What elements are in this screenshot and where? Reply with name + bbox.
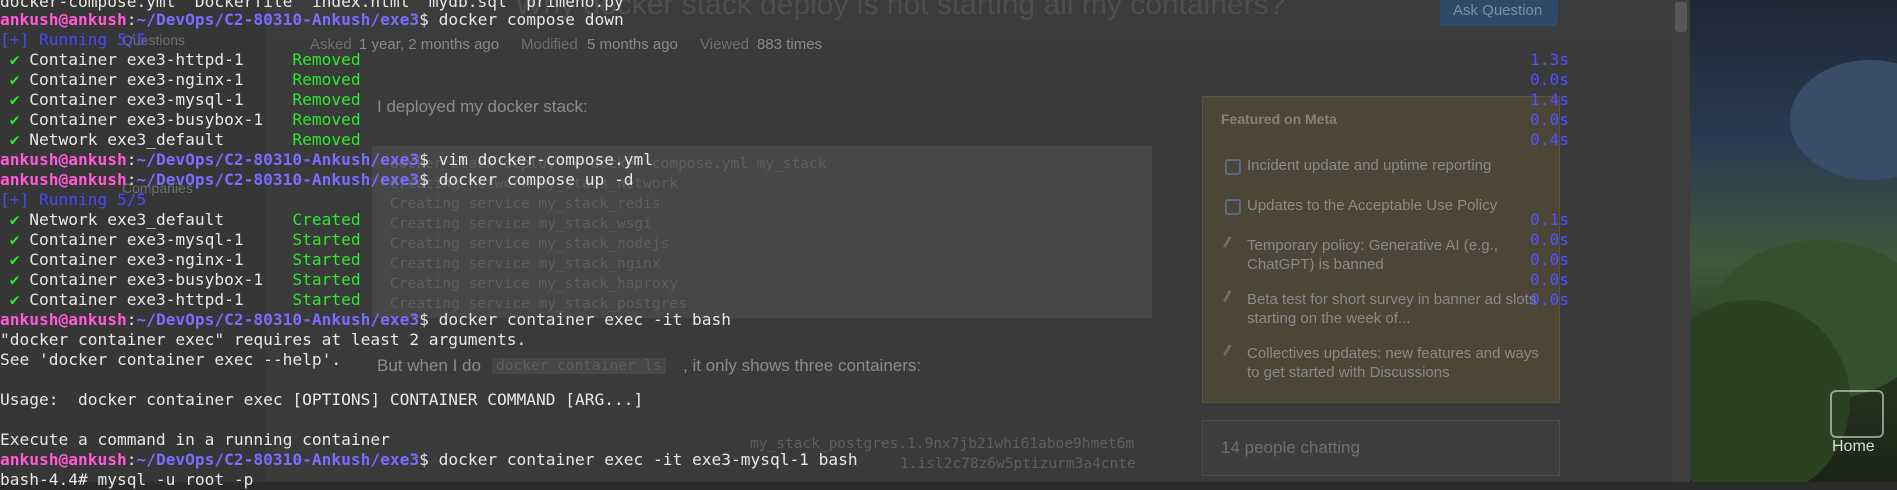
task-name: Container exe3-nginx-1: [29, 250, 273, 269]
task-status: Created: [292, 210, 361, 229]
task-time: 1.4s: [1530, 90, 1569, 109]
task-name: Container exe3-nginx-1: [29, 70, 273, 89]
task-name: Container exe3-busybox-1: [29, 110, 273, 129]
terminal-line: [+] Running 5/5: [0, 30, 147, 49]
terminal-line: [+] Running 5/5: [0, 190, 147, 209]
prompt-user: ankush@ankush: [0, 450, 127, 469]
check-icon: ✔: [9, 70, 20, 89]
task-status: Started: [292, 230, 361, 249]
task-time: 1.3s: [1530, 50, 1569, 69]
command: docker container exec -it exe3-mysql-1 b…: [438, 450, 858, 469]
terminal-prompt-line: ankush@ankush:~/DevOps/C2-80310-Ankush/e…: [0, 170, 634, 189]
task-status: Started: [292, 250, 361, 269]
check-icon: ✔: [9, 270, 20, 289]
task-row: ✔ Container exe3-nginx-1 Removed: [0, 70, 361, 90]
task-row: ✔ Container exe3-httpd-1 Started: [0, 290, 361, 310]
prompt-user: ankush@ankush: [0, 10, 127, 29]
task-time: 0.1s: [1530, 210, 1569, 229]
check-icon: ✔: [9, 210, 20, 229]
task-row: ✔ Network exe3_default Created: [0, 210, 361, 230]
task-name: Container exe3-mysql-1: [29, 230, 273, 249]
task-row: ✔ Container exe3-busybox-1 Started: [0, 270, 361, 290]
check-icon: ✔: [9, 50, 20, 69]
task-status: Removed: [292, 70, 361, 89]
prompt-user: ankush@ankush: [0, 310, 127, 329]
command: docker compose down: [438, 10, 624, 29]
task-status: Removed: [292, 50, 361, 69]
task-status: Removed: [292, 130, 361, 149]
terminal-line[interactable]: bash-4.4# mysql -u root -p: [0, 470, 253, 490]
prompt-path: ~/DevOps/C2-80310-Ankush/exe3: [136, 450, 420, 469]
check-icon: ✔: [9, 130, 20, 149]
home-icon[interactable]: [1830, 390, 1884, 438]
terminal-line: Usage: docker container exec [OPTIONS] C…: [0, 390, 644, 409]
terminal-prompt-line: ankush@ankush:~/DevOps/C2-80310-Ankush/e…: [0, 10, 624, 29]
check-icon: ✔: [9, 250, 20, 269]
command: vim docker-compose.yml: [438, 150, 653, 169]
check-icon: ✔: [9, 110, 20, 129]
prompt-path: ~/DevOps/C2-80310-Ankush/exe3: [136, 150, 420, 169]
prompt-path: ~/DevOps/C2-80310-Ankush/exe3: [136, 170, 420, 189]
task-time: 0.0s: [1530, 290, 1569, 309]
check-icon: ✔: [9, 90, 20, 109]
home-label[interactable]: Home: [1832, 438, 1875, 456]
task-name: Container exe3-httpd-1: [29, 290, 273, 309]
task-time: 0.0s: [1530, 70, 1569, 89]
terminal-prompt-line: ankush@ankush:~/DevOps/C2-80310-Ankush/e…: [0, 450, 858, 469]
task-name: Container exe3-busybox-1: [29, 270, 273, 289]
task-time: 0.0s: [1530, 230, 1569, 249]
task-row: ✔ Network exe3_default Removed: [0, 130, 361, 150]
task-row: ✔ Container exe3-mysql-1 Removed: [0, 90, 361, 110]
task-name: Container exe3-httpd-1: [29, 50, 273, 69]
task-name: Network exe3_default: [29, 130, 273, 149]
command: docker container exec -it bash: [438, 310, 731, 329]
task-status: Started: [292, 270, 361, 289]
task-row: ✔ Container exe3-httpd-1 Removed: [0, 50, 361, 70]
task-name: Container exe3-mysql-1: [29, 90, 273, 109]
terminal-line: "docker container exec" requires at leas…: [0, 330, 527, 349]
task-row: ✔ Container exe3-busybox-1 Removed: [0, 110, 361, 130]
prompt-user: ankush@ankush: [0, 150, 127, 169]
terminal-line: Execute a command in a running container: [0, 430, 390, 449]
task-row: ✔ Container exe3-nginx-1 Started: [0, 250, 361, 270]
terminal-window[interactable]: docker-compose.yml Dockerfile index.html…: [0, 0, 1690, 489]
terminal-line: See 'docker container exec --help'.: [0, 350, 342, 369]
check-icon: ✔: [9, 290, 20, 309]
task-time: 0.4s: [1530, 130, 1569, 149]
prompt-path: ~/DevOps/C2-80310-Ankush/exe3: [136, 310, 420, 329]
task-time: 0.0s: [1530, 110, 1569, 129]
prompt-path: ~/DevOps/C2-80310-Ankush/exe3: [136, 10, 420, 29]
command: docker compose up -d: [438, 170, 634, 189]
task-status: Removed: [292, 90, 361, 109]
terminal-prompt-line: ankush@ankush:~/DevOps/C2-80310-Ankush/e…: [0, 310, 731, 329]
terminal-prompt-line: ankush@ankush:~/DevOps/C2-80310-Ankush/e…: [0, 150, 653, 169]
task-time: 0.0s: [1530, 250, 1569, 269]
task-name: Network exe3_default: [29, 210, 273, 229]
task-time: 0.0s: [1530, 270, 1569, 289]
task-status: Started: [292, 290, 361, 309]
check-icon: ✔: [9, 230, 20, 249]
task-row: ✔ Container exe3-mysql-1 Started: [0, 230, 361, 250]
prompt-user: ankush@ankush: [0, 170, 127, 189]
task-status: Removed: [292, 110, 361, 129]
